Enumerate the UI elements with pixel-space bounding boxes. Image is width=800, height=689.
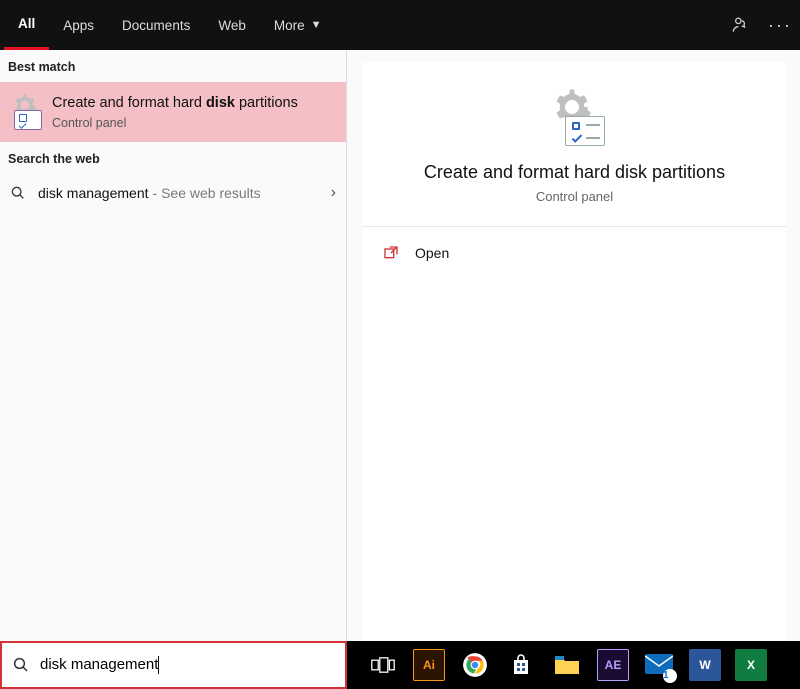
best-match-subtitle: Control panel xyxy=(52,116,334,130)
filter-tab-label: More xyxy=(274,18,305,33)
web-query-text: disk management xyxy=(38,185,149,201)
preview-subtitle: Control panel xyxy=(379,189,770,204)
filter-tab-web[interactable]: Web xyxy=(204,0,260,50)
bottom-bar: disk management Ai xyxy=(0,641,800,689)
open-label: Open xyxy=(415,245,449,261)
search-filter-bar: All Apps Documents Web More ▼ ··· xyxy=(0,0,800,50)
filter-tab-apps[interactable]: Apps xyxy=(49,0,108,50)
filter-tab-all[interactable]: All xyxy=(4,0,49,50)
filter-tab-label: Apps xyxy=(63,18,94,33)
section-label-best-match: Best match xyxy=(0,50,346,82)
control-panel-icon xyxy=(545,86,605,146)
open-action[interactable]: Open xyxy=(363,235,786,271)
search-box[interactable]: disk management xyxy=(0,641,347,689)
illustrator-icon[interactable]: Ai xyxy=(413,649,445,681)
file-explorer-icon[interactable] xyxy=(551,649,583,681)
section-label-search-web: Search the web xyxy=(0,142,346,174)
preview-title: Create and format hard disk partitions xyxy=(379,162,770,183)
best-match-result[interactable]: Create and format hard disk partitions C… xyxy=(0,82,346,142)
chevron-right-icon: › xyxy=(331,184,336,202)
open-icon xyxy=(383,245,403,261)
feedback-icon[interactable] xyxy=(720,0,760,50)
search-icon xyxy=(12,656,30,674)
control-panel-icon xyxy=(6,92,46,132)
task-view-icon[interactable] xyxy=(367,649,399,681)
filter-tab-label: Web xyxy=(218,18,246,33)
preview-panel: Create and format hard disk partitions C… xyxy=(347,50,800,641)
search-web-result[interactable]: disk management - See web results › xyxy=(0,174,346,214)
results-list: Best match Create and format hard disk p… xyxy=(0,50,347,641)
chevron-down-icon: ▼ xyxy=(311,19,322,31)
filter-tab-more[interactable]: More ▼ xyxy=(260,0,336,50)
best-match-title: Create and format hard disk partitions xyxy=(52,94,334,113)
best-match-text: Create and format hard disk partitions C… xyxy=(52,94,334,131)
filter-tab-label: All xyxy=(18,16,35,31)
filter-tab-label: Documents xyxy=(122,18,190,33)
web-hint-text: - See web results xyxy=(153,185,261,201)
word-icon[interactable]: W xyxy=(689,649,721,681)
mail-icon[interactable]: 1 xyxy=(643,649,675,681)
after-effects-icon[interactable]: AE xyxy=(597,649,629,681)
excel-icon[interactable]: X xyxy=(735,649,767,681)
search-input[interactable]: disk management xyxy=(40,656,335,674)
search-icon xyxy=(10,185,30,201)
filter-tab-documents[interactable]: Documents xyxy=(108,0,204,50)
ms-store-icon[interactable] xyxy=(505,649,537,681)
more-options-icon[interactable]: ··· xyxy=(760,0,800,50)
preview-card: Create and format hard disk partitions C… xyxy=(363,62,786,641)
search-results-pane: Best match Create and format hard disk p… xyxy=(0,50,800,641)
chrome-icon[interactable] xyxy=(459,649,491,681)
taskbar: Ai AE xyxy=(347,641,800,689)
